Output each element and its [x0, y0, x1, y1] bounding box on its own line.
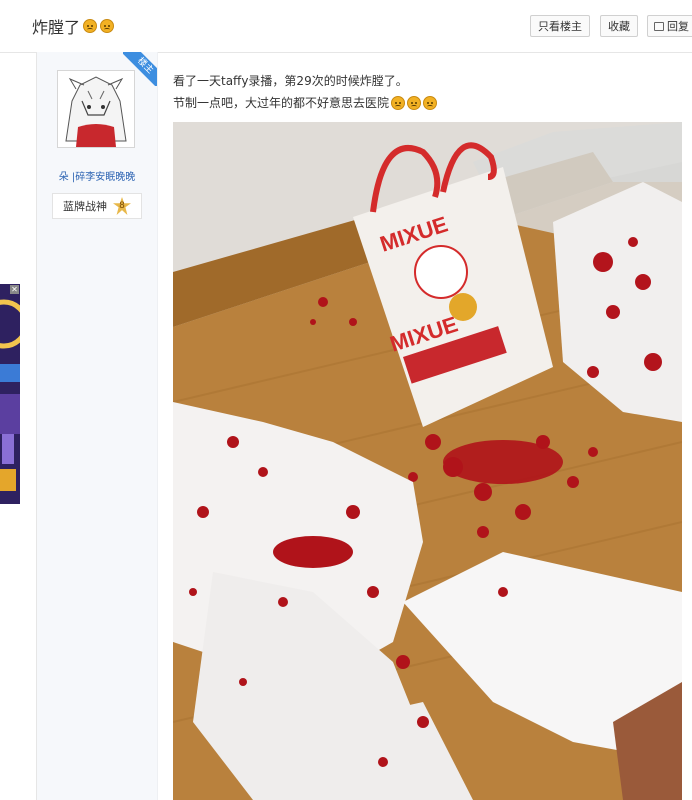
side-ad-banner[interactable]: ✕ [0, 284, 20, 504]
author-panel: 楼主 朵 |碎李安眠晚晚 蓝牌战神 8 [37, 52, 158, 800]
post-line-2: 节制一点吧，大过年的都不好意思去医院 [173, 92, 438, 114]
ad-image [0, 284, 20, 504]
post-line-2-text: 节制一点吧，大过年的都不好意思去医院 [173, 96, 390, 110]
sad-face-icon [83, 19, 98, 33]
sad-face-icon [407, 96, 422, 110]
member-badge[interactable]: 蓝牌战神 8 [52, 193, 142, 219]
only-lz-button[interactable]: 只看楼主 [530, 15, 590, 37]
reply-label: 回复 [667, 20, 689, 33]
post-photo: MIXUE MIXUE [173, 122, 682, 800]
thread-header: 炸膛了 只看楼主 收藏 回复 [0, 0, 692, 53]
sad-face-icon [423, 96, 438, 110]
reply-button[interactable]: 回复 [647, 15, 692, 37]
avatar-image [58, 71, 134, 147]
comment-icon [654, 22, 664, 31]
avatar[interactable] [57, 70, 135, 148]
sad-face-icon [391, 96, 406, 110]
level-star-icon: 8 [113, 197, 131, 215]
post-line-1: 看了一天taffy录播，第29次的时候炸膛了。 [173, 70, 437, 92]
close-icon[interactable]: ✕ [10, 285, 19, 294]
favorite-button[interactable]: 收藏 [600, 15, 638, 37]
thread-title-text: 炸膛了 [32, 18, 81, 37]
post-content: 看了一天taffy录播，第29次的时候炸膛了。 节制一点吧，大过年的都不好意思去… [173, 70, 438, 114]
author-name[interactable]: 朵 |碎李安眠晚晚 [37, 168, 157, 183]
post-image[interactable]: MIXUE MIXUE [173, 122, 682, 800]
post-line-1-text: 看了一天taffy录播，第29次的时候炸膛了。 [173, 74, 408, 88]
thread-title: 炸膛了 [32, 14, 115, 38]
badge-title: 蓝牌战神 [63, 200, 107, 213]
sad-face-icon [100, 19, 115, 33]
